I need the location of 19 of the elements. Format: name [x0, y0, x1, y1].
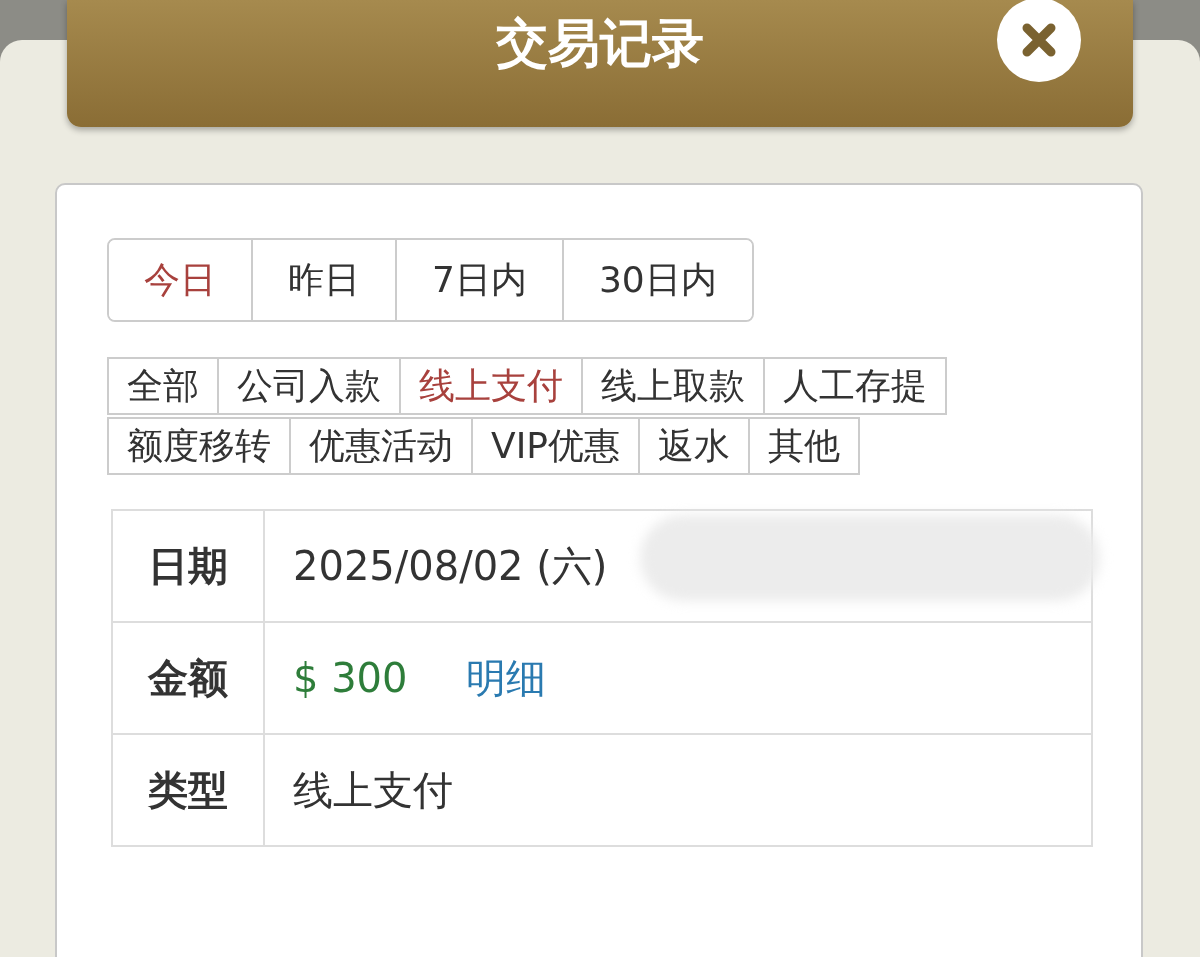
field-label: 金额 [113, 623, 265, 733]
type-tab[interactable]: 全部 [107, 357, 219, 415]
dialog-title: 交易记录 [496, 11, 704, 75]
type-tab[interactable]: 公司入款 [217, 357, 401, 415]
type-tab[interactable]: 线上取款 [581, 357, 765, 415]
amount-value: $ 300 [293, 655, 408, 701]
type-tab[interactable]: VIP优惠 [471, 417, 640, 475]
type-tab[interactable]: 优惠活动 [289, 417, 473, 475]
type-tab[interactable]: 返水 [637, 417, 750, 475]
date-value: 2025/08/02 (六) [293, 541, 608, 591]
date-tab[interactable]: 今日 [109, 240, 253, 320]
type-tab[interactable]: 额度移转 [107, 417, 291, 475]
type-tab[interactable]: 线上支付 [399, 357, 583, 415]
type-value: 线上支付 [293, 765, 453, 815]
field-label: 日期 [113, 511, 265, 621]
field-label: 类型 [113, 735, 265, 845]
details-link[interactable]: 明细 [465, 650, 546, 706]
type-tab[interactable]: 其他 [747, 417, 860, 475]
type-tab[interactable]: 人工存提 [763, 357, 947, 415]
